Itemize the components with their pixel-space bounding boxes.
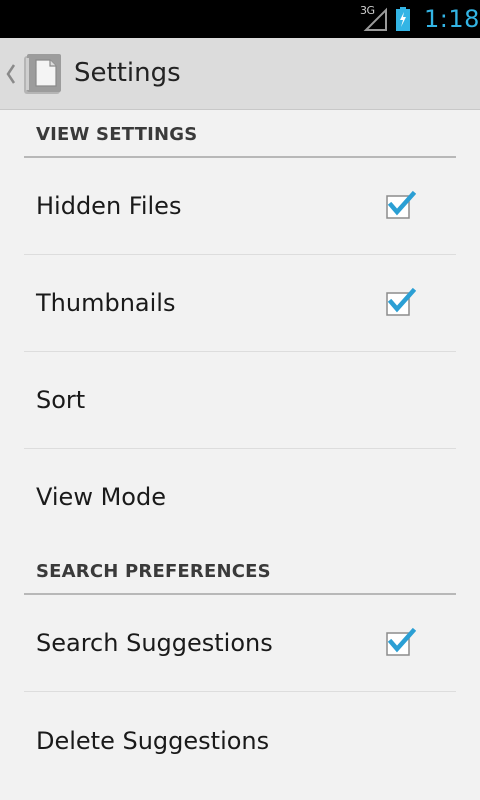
search-suggestions-checkbox[interactable] — [386, 627, 416, 657]
category-header: SEARCH PREFERENCES — [36, 561, 271, 582]
network-signal-icon: 3G — [360, 4, 388, 32]
pref-view-mode[interactable]: View Mode — [24, 449, 456, 546]
preference-list: VIEW SETTINGS Hidden Files Thumbnails So… — [0, 110, 480, 800]
pref-search-suggestions[interactable]: Search Suggestions — [24, 595, 456, 692]
pref-delete-suggestions[interactable]: Delete Suggestions — [24, 693, 456, 790]
document-icon — [24, 54, 61, 94]
status-bar: 3G 1:18 — [0, 0, 480, 38]
pref-hidden-files[interactable]: Hidden Files — [24, 158, 456, 255]
action-bar: Settings — [0, 38, 480, 110]
pref-label: Delete Suggestions — [36, 727, 270, 755]
pref-label: Hidden Files — [36, 192, 182, 220]
thumbnails-checkbox[interactable] — [386, 287, 416, 317]
up-navigation-button[interactable] — [0, 38, 68, 110]
clock: 1:18 — [424, 5, 480, 33]
pref-thumbnails[interactable]: Thumbnails — [24, 255, 456, 352]
category-search-preferences: SEARCH PREFERENCES — [24, 547, 456, 595]
pref-label: Search Suggestions — [36, 629, 273, 657]
category-header: VIEW SETTINGS — [36, 124, 198, 145]
pref-sort[interactable]: Sort — [24, 352, 456, 449]
pref-label: Sort — [36, 386, 86, 414]
hidden-files-checkbox[interactable] — [386, 190, 416, 220]
chevron-left-icon — [6, 64, 16, 84]
battery-charging-icon — [396, 7, 410, 31]
pref-label: View Mode — [36, 483, 166, 511]
category-view-settings: VIEW SETTINGS — [24, 110, 456, 158]
page-title: Settings — [74, 58, 181, 88]
pref-label: Thumbnails — [36, 289, 176, 317]
